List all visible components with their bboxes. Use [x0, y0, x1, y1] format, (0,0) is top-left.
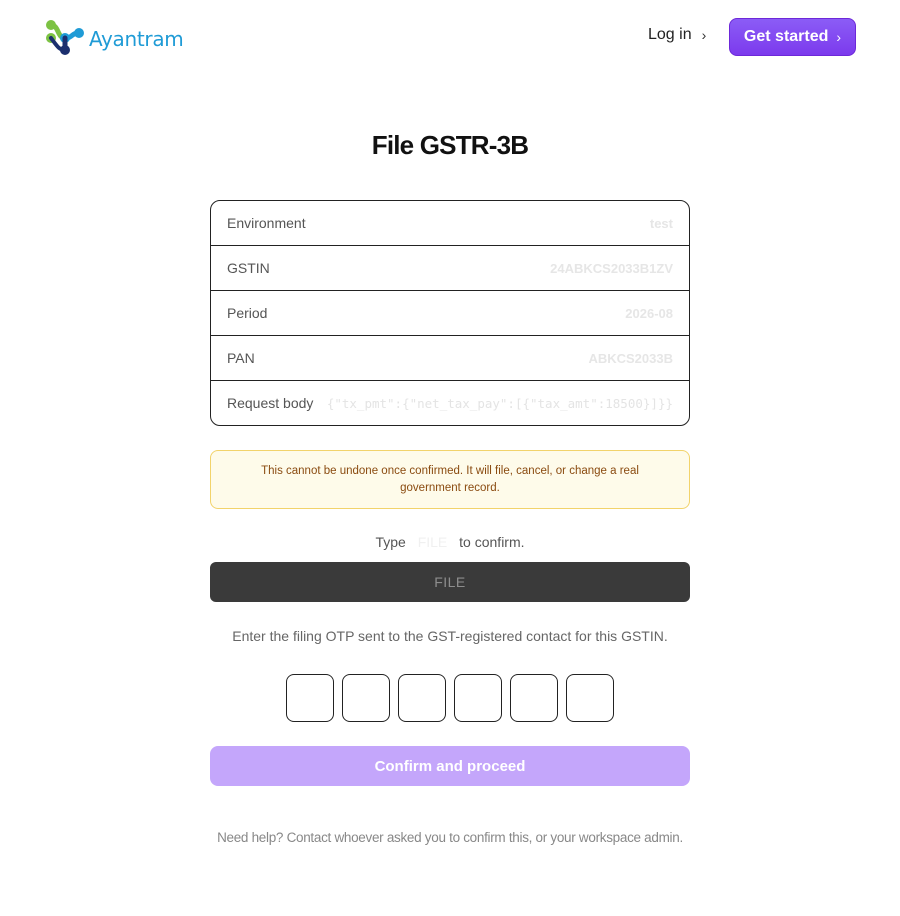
detail-value: 24ABKCS2033B1ZV	[550, 260, 673, 276]
detail-row-gstin: GSTIN 24ABKCS2033B1ZV	[211, 246, 689, 291]
irreversible-warning: This cannot be undone once confirmed. It…	[210, 450, 690, 509]
detail-row-period: Period 2026-08	[211, 291, 689, 336]
otp-digit-5[interactable]	[510, 674, 558, 722]
chevron-right-icon: ›	[701, 27, 707, 43]
get-started-button[interactable]: Get started ›	[729, 18, 856, 56]
help-text: Need help? Contact whoever asked you to …	[217, 830, 683, 845]
detail-value: test	[649, 215, 673, 231]
detail-row-environment: Environment test	[211, 201, 689, 246]
otp-instruction: Enter the filing OTP sent to the GST-reg…	[232, 628, 668, 644]
confirm-and-proceed-button[interactable]: Confirm and proceed	[210, 746, 690, 786]
type-to-confirm-hint: Type FILE to confirm.	[0, 534, 900, 550]
detail-row-request-body: Request body {"tx_pmt":{"net_tax_pay":[{…	[211, 381, 689, 425]
detail-row-pan: PAN ABKCS2033B	[211, 336, 689, 381]
type-suffix: to confirm.	[459, 534, 525, 550]
detail-value: 2026-08	[625, 305, 673, 321]
login-label: Log in	[648, 26, 692, 43]
filing-details-table: Environment test GSTIN 24ABKCS2033B1ZV P…	[210, 200, 690, 426]
detail-label: Request body	[227, 395, 314, 411]
otp-digit-2[interactable]	[342, 674, 390, 722]
detail-value: {"tx_pmt":{"net_tax_pay":[{"tax_amt":185…	[326, 395, 673, 411]
page-title: File GSTR-3B	[371, 130, 529, 160]
brand-logo[interactable]: Ayantram	[43, 16, 184, 58]
chevron-right-icon: ›	[836, 29, 842, 45]
detail-label: GSTIN	[227, 260, 270, 276]
detail-label: Environment	[227, 215, 306, 231]
login-link[interactable]: Log in ›	[648, 26, 706, 44]
otp-input-group	[286, 674, 614, 722]
ayantram-logo-icon	[46, 20, 84, 55]
detail-value: ABKCS2033B	[588, 350, 673, 366]
otp-digit-6[interactable]	[566, 674, 614, 722]
otp-digit-1[interactable]	[286, 674, 334, 722]
otp-digit-3[interactable]	[398, 674, 446, 722]
detail-label: Period	[227, 305, 268, 321]
file-confirm-input[interactable]: FILE	[210, 562, 690, 602]
otp-digit-4[interactable]	[454, 674, 502, 722]
get-started-label: Get started	[743, 28, 829, 45]
file-button-label: FILE	[434, 574, 466, 590]
detail-label: PAN	[227, 350, 255, 366]
type-prefix: Type	[375, 534, 406, 550]
warning-text: This cannot be undone once confirmed. It…	[261, 464, 639, 494]
confirm-button-label: Confirm and proceed	[374, 757, 526, 775]
confirm-word: FILE	[417, 534, 448, 550]
top-header: Ayantram Log in › Get started ›	[0, 0, 900, 80]
brand-name: Ayantram	[89, 27, 184, 51]
